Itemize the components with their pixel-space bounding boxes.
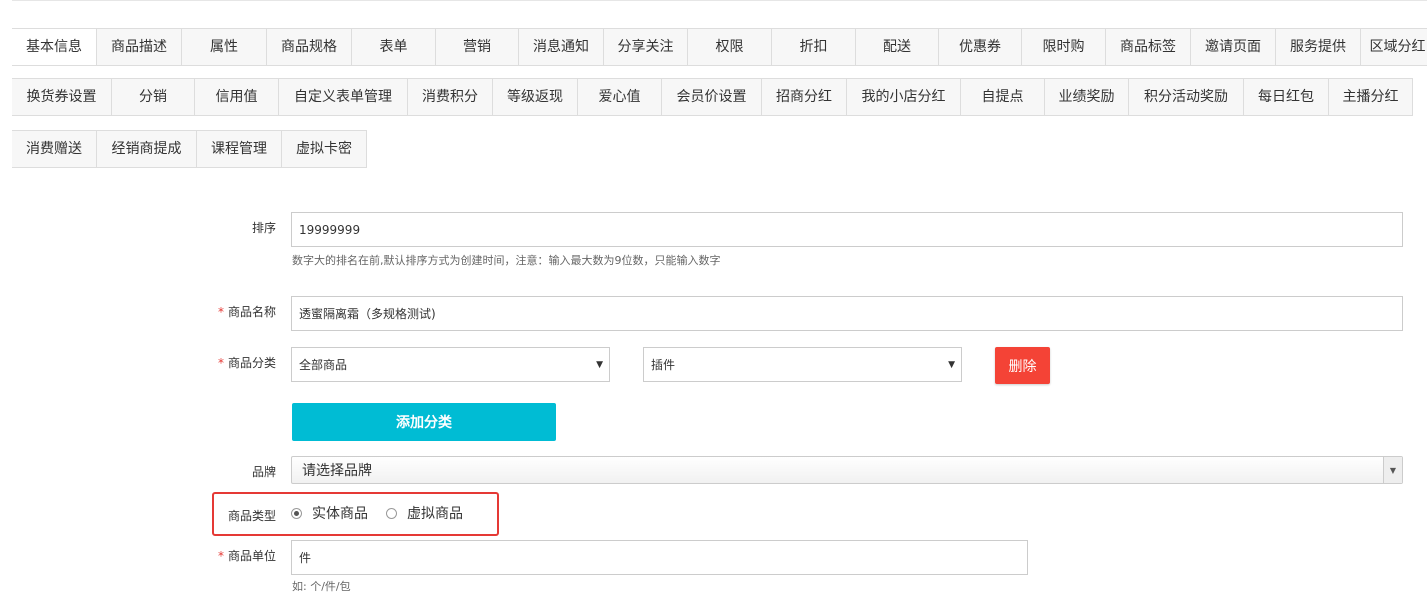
tab-flash-sale[interactable]: 限时购: [1022, 29, 1106, 65]
radio-virtual-label: 虚拟商品: [407, 506, 463, 522]
tab-my-shop-dividend[interactable]: 我的小店分红: [847, 79, 961, 115]
chevron-down-icon: ▼: [948, 359, 955, 370]
tab-pickup-point[interactable]: 自提点: [961, 79, 1045, 115]
required-mark: *: [217, 356, 224, 370]
sort-label: 排序: [251, 221, 276, 235]
unit-value: 件: [299, 551, 312, 565]
tab-level-cashback[interactable]: 等级返现: [493, 79, 578, 115]
top-divider: [12, 0, 1427, 1]
product-name-label: * 商品名称: [217, 305, 276, 319]
tab-consume-points[interactable]: 消费积分: [408, 79, 493, 115]
tab-row-3: 消费赠送 经销商提成 课程管理 虚拟卡密: [12, 130, 367, 168]
radio-virtual-product[interactable]: 虚拟商品: [386, 503, 463, 523]
tab-permissions[interactable]: 权限: [688, 29, 772, 65]
category-select-primary[interactable]: 全部商品 ▼: [291, 347, 610, 382]
category-select-secondary[interactable]: 插件 ▼: [643, 347, 962, 382]
tab-virtual-card[interactable]: 虚拟卡密: [282, 131, 367, 167]
tab-region-dividend[interactable]: 区域分红: [1361, 29, 1427, 65]
tab-basic-info[interactable]: 基本信息: [12, 29, 97, 65]
delete-category-button[interactable]: 删除: [995, 347, 1050, 384]
unit-help-text: 如: 个/件/包: [292, 580, 351, 593]
tab-marketing[interactable]: 营销: [436, 29, 519, 65]
category-select-primary-value: 全部商品: [299, 358, 348, 372]
brand-label: 品牌: [251, 465, 276, 479]
add-category-button[interactable]: 添加分类: [292, 403, 556, 441]
sort-help-text: 数字大的排名在前,默认排序方式为创建时间，注意：输入最大数为9位数，只能输入数字: [292, 254, 721, 267]
brand-placeholder: 请选择品牌: [302, 463, 372, 479]
tab-consume-gift[interactable]: 消费赠送: [12, 131, 97, 167]
tab-daily-redpack[interactable]: 每日红包: [1244, 79, 1329, 115]
required-mark: *: [217, 305, 224, 319]
tab-anchor-dividend[interactable]: 主播分红: [1329, 79, 1413, 115]
brand-select[interactable]: 请选择品牌 ▼: [291, 456, 1403, 484]
chevron-down-icon: ▼: [596, 359, 603, 370]
tab-exchange-coupon[interactable]: 换货券设置: [12, 79, 112, 115]
product-name-value: 透蜜隔离霜（多规格测试): [299, 307, 436, 321]
radio-physical-label: 实体商品: [312, 506, 368, 522]
tab-love-value[interactable]: 爱心值: [578, 79, 662, 115]
tab-row-2: 换货券设置 分销 信用值 自定义表单管理 消费积分 等级返现 爱心值 会员价设置…: [12, 78, 1413, 116]
tab-service[interactable]: 服务提供: [1276, 29, 1361, 65]
tab-product-tags[interactable]: 商品标签: [1106, 29, 1191, 65]
tab-invite-page[interactable]: 邀请页面: [1191, 29, 1276, 65]
tab-product-desc[interactable]: 商品描述: [97, 29, 182, 65]
tab-custom-form[interactable]: 自定义表单管理: [279, 79, 408, 115]
category-select-secondary-value: 插件: [651, 358, 676, 372]
tab-course-management[interactable]: 课程管理: [197, 131, 282, 167]
tab-coupons[interactable]: 优惠券: [939, 29, 1022, 65]
tab-distribution[interactable]: 分销: [112, 79, 195, 115]
radio-physical-product[interactable]: 实体商品: [291, 503, 368, 523]
tab-delivery[interactable]: 配送: [856, 29, 939, 65]
tab-credit[interactable]: 信用值: [195, 79, 279, 115]
tab-form[interactable]: 表单: [352, 29, 436, 65]
tab-row-1: 基本信息 商品描述 属性 商品规格 表单 营销 消息通知 分享关注 权限 折扣 …: [12, 28, 1427, 66]
sort-input[interactable]: 19999999: [291, 212, 1403, 247]
radio-unchecked-icon: [386, 507, 397, 519]
tab-share-follow[interactable]: 分享关注: [604, 29, 688, 65]
unit-label: * 商品单位: [217, 549, 276, 563]
tab-discount[interactable]: 折扣: [772, 29, 856, 65]
tab-points-activity[interactable]: 积分活动奖励: [1129, 79, 1244, 115]
tab-member-price[interactable]: 会员价设置: [662, 79, 762, 115]
product-type-label: 商品类型: [227, 509, 276, 523]
category-label: * 商品分类: [217, 356, 276, 370]
chevron-down-icon: ▼: [1383, 457, 1402, 483]
tab-notifications[interactable]: 消息通知: [519, 29, 604, 65]
required-mark: *: [217, 549, 224, 563]
unit-input[interactable]: 件: [291, 540, 1028, 575]
sort-value: 19999999: [299, 222, 361, 237]
tab-dealer-commission[interactable]: 经销商提成: [97, 131, 197, 167]
product-name-input[interactable]: 透蜜隔离霜（多规格测试): [291, 296, 1403, 331]
tab-product-specs[interactable]: 商品规格: [267, 29, 352, 65]
tab-attributes[interactable]: 属性: [182, 29, 267, 65]
tab-merchant-dividend[interactable]: 招商分红: [762, 79, 847, 115]
radio-checked-icon: [291, 507, 302, 519]
tab-performance-reward[interactable]: 业绩奖励: [1045, 79, 1129, 115]
